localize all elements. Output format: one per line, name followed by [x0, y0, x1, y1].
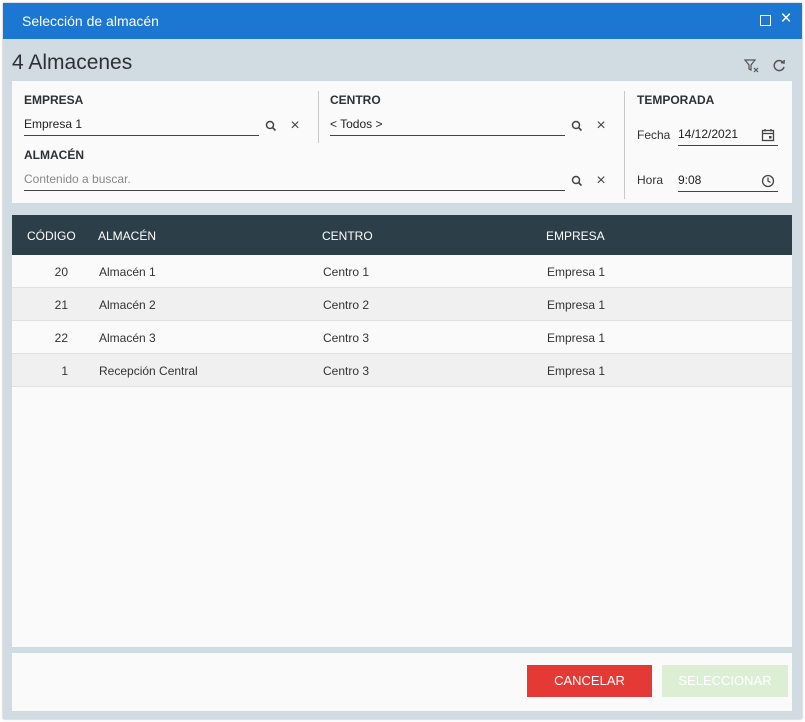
filter-panel: EMPRESA Empresa 1 × CENTRO < Todos > × A… [12, 81, 792, 203]
cell-empresa: Empresa 1 [547, 364, 606, 378]
calendar-icon[interactable] [761, 128, 775, 142]
divider [318, 91, 319, 143]
centro-clear-icon[interactable]: × [594, 118, 608, 134]
dialog-footer: CANCELAR SELECCIONAR [12, 653, 792, 711]
dialog-titlebar: Selección de almacén × [3, 3, 802, 39]
empresa-label: EMPRESA [24, 93, 84, 107]
cell-centro: Centro 3 [323, 364, 370, 378]
warehouse-table: CÓDIGO ALMACÉN CENTRO EMPRESA 20 Almacén… [12, 215, 792, 647]
table-row[interactable]: 1 Recepción Central Centro 3 Empresa 1 [12, 354, 792, 387]
cell-codigo: 21 [54, 298, 68, 312]
cell-empresa: Empresa 1 [547, 298, 606, 312]
almacen-clear-icon[interactable]: × [594, 173, 608, 189]
close-icon[interactable]: × [778, 9, 794, 28]
cell-centro: Centro 3 [323, 331, 370, 345]
cell-codigo: 1 [61, 364, 68, 378]
maximize-icon[interactable] [758, 12, 774, 28]
centro-input[interactable]: < Todos > [330, 113, 565, 136]
clear-filters-icon[interactable] [743, 58, 760, 74]
cell-codigo: 20 [54, 265, 68, 279]
select-button[interactable]: SELECCIONAR [662, 665, 788, 697]
hora-label: Hora [637, 173, 664, 187]
centro-label: CENTRO [330, 93, 381, 107]
temporada-label: TEMPORADA [637, 93, 715, 107]
column-header-almacen[interactable]: ALMACÉN [98, 229, 156, 243]
cell-almacen: Almacén 3 [99, 331, 156, 345]
table-header: CÓDIGO ALMACÉN CENTRO EMPRESA [12, 215, 792, 255]
divider [624, 91, 625, 199]
table-row[interactable]: 21 Almacén 2 Centro 2 Empresa 1 [12, 288, 792, 321]
empresa-search-icon[interactable] [264, 119, 278, 133]
column-header-centro[interactable]: CENTRO [322, 229, 373, 243]
refresh-icon[interactable] [771, 58, 787, 74]
dialog-title: Selección de almacén [22, 13, 159, 29]
empresa-clear-icon[interactable]: × [288, 118, 302, 134]
almacen-label: ALMACÉN [24, 148, 84, 162]
almacen-search-icon[interactable] [570, 174, 584, 188]
cell-empresa: Empresa 1 [547, 265, 606, 279]
cell-empresa: Empresa 1 [547, 331, 606, 345]
almacen-search-input[interactable]: Contenido a buscar. [24, 168, 565, 191]
table-row[interactable]: 20 Almacén 1 Centro 1 Empresa 1 [12, 255, 792, 288]
column-header-codigo[interactable]: CÓDIGO [27, 229, 76, 243]
table-row[interactable]: 22 Almacén 3 Centro 3 Empresa 1 [12, 321, 792, 354]
centro-search-icon[interactable] [570, 119, 584, 133]
cell-centro: Centro 1 [323, 265, 370, 279]
clock-icon[interactable] [761, 174, 775, 188]
cancel-button[interactable]: CANCELAR [527, 665, 652, 697]
warehouse-selection-dialog: Selección de almacén × 4 Almacenes EMPRE… [3, 3, 802, 719]
warehouse-count: 4 Almacenes [12, 51, 133, 74]
cell-almacen: Almacén 1 [99, 265, 156, 279]
column-header-empresa[interactable]: EMPRESA [546, 229, 605, 243]
cell-codigo: 22 [54, 331, 68, 345]
fecha-label: Fecha [637, 128, 671, 142]
cell-almacen: Recepción Central [99, 364, 198, 378]
empresa-input[interactable]: Empresa 1 [24, 113, 259, 136]
cell-almacen: Almacén 2 [99, 298, 156, 312]
cell-centro: Centro 2 [323, 298, 370, 312]
